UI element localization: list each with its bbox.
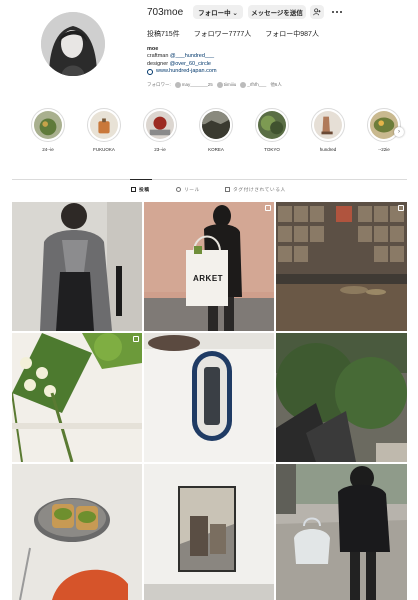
highlight-24ie[interactable]: 24--ie bbox=[28, 108, 68, 152]
post-photo bbox=[276, 333, 407, 462]
profile-bio: moe craftman @___hundred___ designer @ov… bbox=[147, 46, 217, 76]
mini-avatar bbox=[240, 82, 247, 88]
highlight-23ie[interactable]: 23--ie bbox=[140, 108, 180, 152]
post-photo bbox=[276, 464, 407, 600]
avatar-photo bbox=[41, 12, 105, 76]
highlight-label: 24--ie bbox=[42, 147, 54, 152]
followed-by-user: _rfhfh___ bbox=[240, 82, 266, 88]
highlight-hundred[interactable]: hundred bbox=[308, 108, 348, 152]
followed-by-user: tiimiiiu bbox=[216, 82, 236, 88]
highlights-next-button[interactable]: › bbox=[394, 127, 404, 137]
highlight-cover bbox=[146, 111, 174, 139]
post-tile[interactable] bbox=[12, 464, 142, 600]
link-icon bbox=[147, 68, 153, 75]
tab-reels-label: リール bbox=[184, 188, 200, 193]
reels-icon bbox=[176, 187, 181, 192]
highlight-cover bbox=[258, 111, 286, 139]
highlight-korea[interactable]: KOREA bbox=[196, 108, 236, 152]
followed-by-label: フォロワー: bbox=[147, 82, 171, 87]
mini-avatar bbox=[216, 82, 223, 88]
highlight-cover bbox=[90, 111, 118, 139]
followed-by-row[interactable]: フォロワー: may_______25 tiimiiiu _rfhfh___ 他… bbox=[147, 82, 282, 88]
highlight-label: hundred bbox=[319, 147, 337, 152]
highlight-label: KOREA bbox=[208, 147, 224, 152]
highlight-label: TOKYO bbox=[264, 147, 280, 152]
following-button[interactable]: フォロー中 ⌄ bbox=[193, 5, 243, 19]
tab-reels[interactable]: リール bbox=[176, 186, 200, 193]
tabs-divider bbox=[12, 179, 407, 180]
post-tile[interactable] bbox=[276, 464, 407, 600]
followed-by-user: may_______25 bbox=[174, 82, 213, 88]
bio-mention-hundred[interactable]: @___hundred___ bbox=[170, 53, 214, 59]
tab-posts[interactable]: 投稿 bbox=[131, 186, 150, 193]
post-tile[interactable] bbox=[276, 333, 407, 462]
post-photo bbox=[12, 202, 142, 331]
highlight-cover bbox=[370, 111, 398, 139]
bio-line-craftman: craftman @___hundred___ bbox=[147, 53, 217, 60]
highlight-label: 23--ie bbox=[154, 147, 166, 152]
posts-count: 投稿715件 bbox=[147, 31, 180, 38]
reel-icon bbox=[133, 336, 139, 342]
bio-mention-over60[interactable]: @over_60_circle bbox=[170, 61, 211, 67]
profile-tabs: 投稿 リール タグ付けされている人 bbox=[0, 186, 418, 196]
more-dot-icon bbox=[336, 11, 338, 13]
post-tile[interactable] bbox=[144, 464, 274, 600]
highlight-fukuoka[interactable]: FUKUOKA bbox=[84, 108, 124, 152]
message-button[interactable]: メッセージを送信 bbox=[248, 5, 306, 19]
followers-count[interactable]: フォロワー7777人 bbox=[194, 29, 252, 39]
post-tile[interactable] bbox=[276, 202, 407, 331]
post-tile[interactable] bbox=[12, 202, 142, 331]
multiple-photos-icon bbox=[398, 205, 404, 211]
post-tile[interactable] bbox=[144, 333, 274, 462]
post-photo bbox=[144, 464, 274, 600]
bio-name: moe bbox=[147, 46, 159, 52]
highlight-cover bbox=[202, 111, 230, 139]
post-photo bbox=[144, 202, 274, 331]
following-count[interactable]: フォロー中987人 bbox=[265, 29, 319, 39]
bio-line-prefix: designer bbox=[147, 60, 170, 67]
tote-bag-text: ARKET bbox=[193, 274, 224, 283]
tagged-icon bbox=[225, 187, 230, 192]
posts-grid: ARKET bbox=[12, 202, 407, 600]
post-tile[interactable] bbox=[12, 333, 142, 462]
post-photo bbox=[144, 333, 274, 462]
tab-posts-label: 投稿 bbox=[139, 188, 150, 193]
highlight-cover bbox=[314, 111, 342, 139]
profile-username: 703moe bbox=[147, 7, 184, 18]
chevron-right-icon: › bbox=[398, 129, 400, 135]
more-dot-icon bbox=[340, 11, 342, 13]
highlight-tokyo[interactable]: TOKYO bbox=[252, 108, 292, 152]
bio-line-prefix: craftman bbox=[147, 53, 170, 60]
profile-avatar[interactable] bbox=[41, 12, 105, 76]
post-tile[interactable]: ARKET bbox=[144, 202, 274, 331]
bio-website-link[interactable]: www.hundred-japan.com bbox=[156, 68, 217, 75]
tab-tagged[interactable]: タグ付けされている人 bbox=[225, 186, 286, 193]
post-photo bbox=[12, 333, 142, 462]
profile-stats: 投稿715件 フォロワー7777人 フォロー中987人 bbox=[147, 29, 319, 39]
highlight-label: FUKUOKA bbox=[93, 147, 115, 152]
more-options-button[interactable] bbox=[330, 6, 344, 18]
grid-icon bbox=[131, 187, 136, 192]
highlight-cover bbox=[34, 111, 62, 139]
highlight-label: --22ie bbox=[378, 147, 390, 152]
tab-tagged-label: タグ付けされている人 bbox=[233, 188, 286, 193]
mini-avatar bbox=[174, 82, 181, 88]
add-user-button[interactable] bbox=[310, 5, 324, 19]
bio-line-designer: designer @over_60_circle bbox=[147, 61, 217, 68]
active-tab-indicator bbox=[130, 179, 152, 180]
more-dot-icon bbox=[332, 11, 334, 13]
post-photo bbox=[12, 464, 142, 600]
add-user-icon bbox=[313, 8, 321, 16]
post-photo bbox=[276, 202, 407, 331]
bio-website-row[interactable]: www.hundred-japan.com bbox=[147, 68, 217, 75]
followed-by-more: 他6人 bbox=[270, 82, 282, 87]
multiple-photos-icon bbox=[265, 205, 271, 211]
